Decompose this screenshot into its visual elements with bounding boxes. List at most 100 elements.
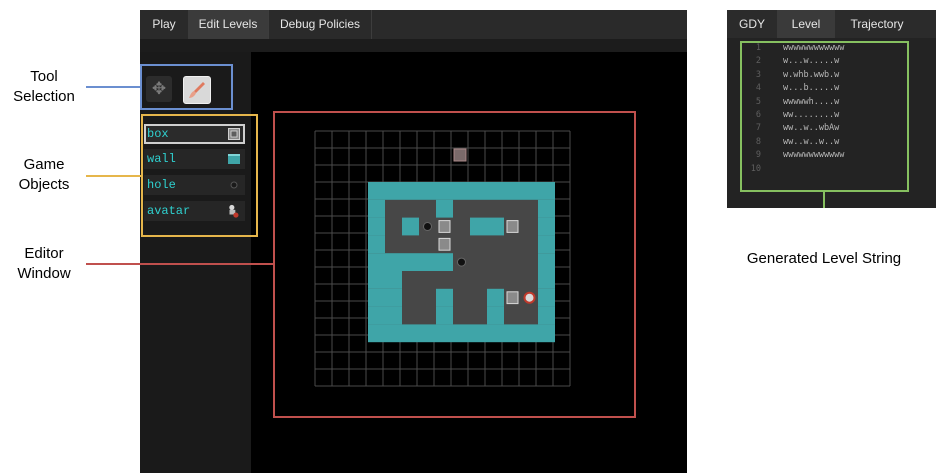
tab-edit-levels[interactable]: Edit Levels xyxy=(188,10,269,39)
hole-tile xyxy=(423,222,432,231)
wall-tile xyxy=(368,306,385,325)
wall-tile xyxy=(368,253,385,271)
wall-tile xyxy=(436,306,453,325)
object-label-wall: wall xyxy=(147,152,176,166)
hole-tile xyxy=(457,257,466,267)
tool-selection-caption: Tool Selection xyxy=(13,68,75,105)
line-text: w.whb.wwb.w xyxy=(783,69,840,80)
wall-tile xyxy=(419,253,436,271)
placement-preview-box xyxy=(453,148,467,162)
move-tool-button[interactable]: ✥ xyxy=(146,76,172,102)
wall-tile xyxy=(487,288,504,307)
wall-tile xyxy=(453,324,470,343)
wall-tile xyxy=(538,288,555,307)
tab-level[interactable]: Level xyxy=(777,10,835,38)
wall-tile xyxy=(538,324,555,343)
level-line: 6 ww........w xyxy=(727,109,936,122)
tab-play[interactable]: Play xyxy=(140,10,189,39)
wall-tile xyxy=(402,182,419,200)
line-text: ww..w..w..w xyxy=(783,136,840,147)
level-line: 4 w...b.....w xyxy=(727,82,936,95)
wall-tile xyxy=(470,217,487,236)
wall-tile xyxy=(538,253,555,271)
line-number: 7 xyxy=(755,123,761,134)
wall-tile xyxy=(470,182,487,200)
box-tile xyxy=(438,220,451,233)
wall-tile xyxy=(385,288,402,307)
object-item-avatar[interactable]: avatar xyxy=(144,201,245,221)
object-item-wall[interactable]: wall xyxy=(144,149,245,169)
line-number: 5 xyxy=(755,96,761,107)
tab-debug-policies[interactable]: Debug Policies xyxy=(269,10,372,39)
wall-tile xyxy=(538,217,555,236)
wall-tile xyxy=(385,271,402,289)
wall-tile xyxy=(419,324,436,343)
wall-tile xyxy=(538,199,555,218)
line-number: 1 xyxy=(755,43,761,53)
level-line: 8 ww..w..w..w xyxy=(727,136,936,149)
level-line: 2 w...w.....w xyxy=(727,55,936,68)
tab-gdy[interactable]: GDY xyxy=(727,10,777,38)
line-text: wwwwwh....w xyxy=(783,96,840,107)
tab-trajectory[interactable]: Trajectory xyxy=(835,10,919,38)
wall-tile xyxy=(368,217,385,236)
paintbrush-icon xyxy=(189,82,205,98)
paintbrush-tool-button[interactable] xyxy=(183,76,211,104)
wall-tile xyxy=(402,253,419,271)
object-label-hole: hole xyxy=(147,178,176,192)
wall-tile xyxy=(436,199,453,218)
line-number: 4 xyxy=(755,83,761,94)
level-line: 9 wwwwwwwwwwww xyxy=(727,149,936,162)
box-tile xyxy=(506,220,519,233)
tool-selection-connector xyxy=(86,86,140,88)
wall-tile xyxy=(368,199,385,218)
object-item-box[interactable]: box xyxy=(144,124,245,144)
wall-tile xyxy=(436,182,453,200)
wall-tile xyxy=(521,182,538,200)
wall-tile xyxy=(504,182,521,200)
wall-tile xyxy=(538,306,555,325)
wall-tile xyxy=(368,288,385,307)
wall-tile xyxy=(385,306,402,325)
line-number: 10 xyxy=(750,163,761,174)
wall-tile xyxy=(385,253,402,271)
wall-tile xyxy=(385,324,402,343)
wall-tile xyxy=(487,217,504,236)
level-string-editor[interactable]: 1 wwwwwwwwwwww 2 w...w.....w 3 w.whb.wwb.w … xyxy=(727,42,936,176)
line-text: w...b.....w xyxy=(783,83,840,94)
editor-canvas[interactable] xyxy=(251,52,687,473)
wall-icon xyxy=(228,154,240,164)
object-item-hole[interactable]: hole xyxy=(144,175,245,195)
line-text: wwwwwwwwwwww xyxy=(783,150,845,161)
line-number: 3 xyxy=(755,69,761,80)
wall-tile xyxy=(538,235,555,254)
line-text: ww........w xyxy=(783,109,840,120)
level-line: 10 xyxy=(727,163,936,176)
wall-tile xyxy=(436,253,453,271)
wall-tile xyxy=(368,324,385,343)
griddly-app-window: Play Edit Levels Debug Policies ✥ box wa… xyxy=(140,10,687,473)
wall-tile xyxy=(419,182,436,200)
line-number: 6 xyxy=(755,109,761,120)
wall-tile xyxy=(436,324,453,343)
wall-tile xyxy=(402,217,419,236)
level-line: 7 ww..w..wbAw xyxy=(727,122,936,135)
wall-tile xyxy=(402,324,419,343)
wall-tile xyxy=(470,324,487,343)
line-number: 8 xyxy=(755,136,761,147)
game-objects-caption: Game Objects xyxy=(18,156,70,193)
toolbar-strip xyxy=(140,39,687,52)
box-icon xyxy=(228,128,240,140)
wall-tile xyxy=(368,235,385,254)
line-text: wwwwwwwwwwww xyxy=(783,43,845,53)
line-text: w...w.....w xyxy=(783,56,840,67)
wall-tile xyxy=(504,324,521,343)
hole-icon xyxy=(230,181,238,189)
line-number: 9 xyxy=(755,150,761,161)
editor-sidebar: ✥ box wall hole avatar xyxy=(140,52,251,473)
wall-tile xyxy=(385,182,402,200)
wall-tile xyxy=(487,306,504,325)
wall-tile xyxy=(538,182,555,200)
editor-window-caption: Editor Window xyxy=(17,245,71,282)
level-string-panel: GDY Level Trajectory 1 wwwwwwwwwwww 2 w...… xyxy=(727,10,936,208)
